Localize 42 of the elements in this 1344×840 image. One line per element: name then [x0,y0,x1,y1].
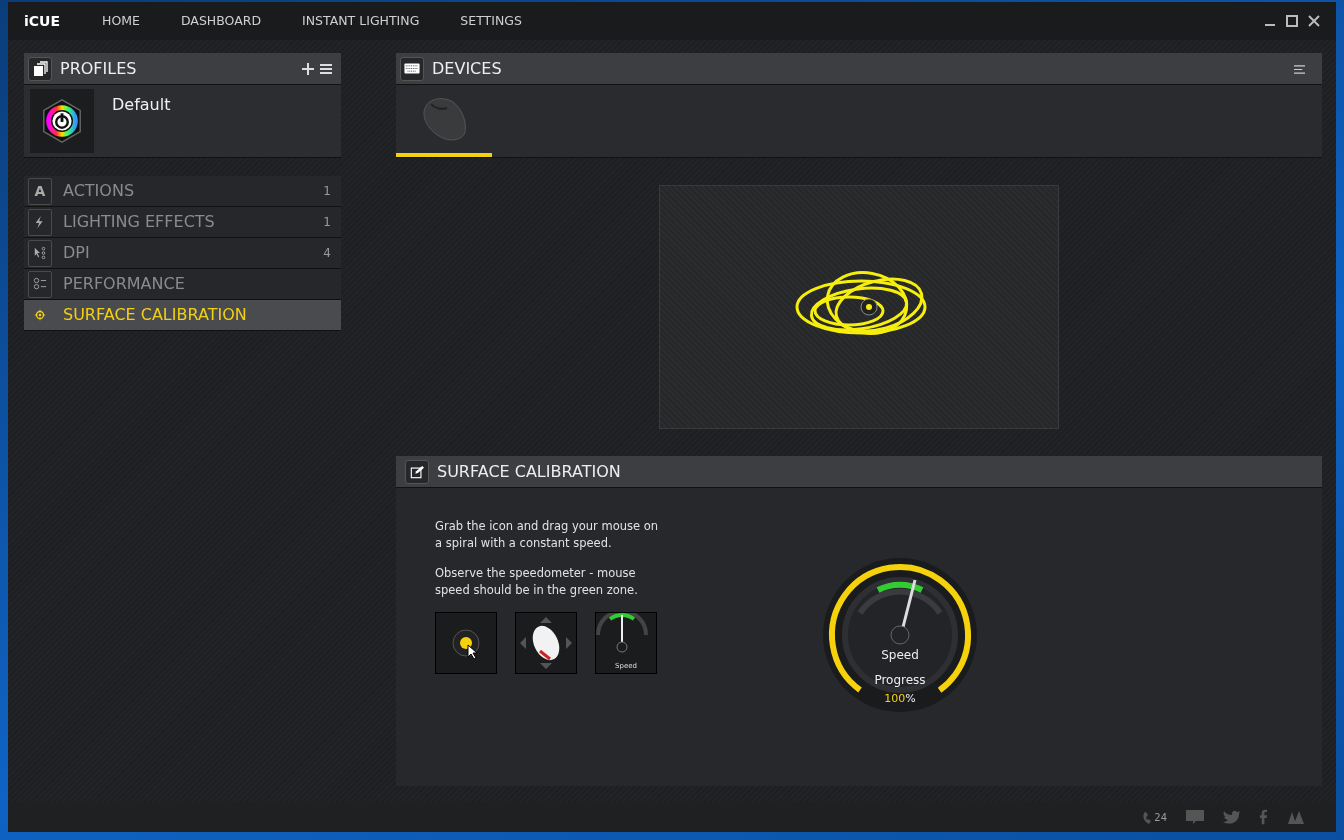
app-logo: iCUE [24,11,60,31]
instruction-text: Observe the speedometer - mouse speed should be in the green zone. [435,565,639,599]
profiles-icon [32,60,48,77]
close-icon[interactable] [1308,15,1320,27]
menu-icon[interactable] [1293,63,1306,75]
sliders-icon [33,277,47,291]
menu-icon[interactable] [319,61,333,76]
instruction-text: Grab the icon and drag your mouse on a spiral with a constant speed. [435,518,660,552]
progress-value: 100% [883,691,917,707]
maximize-icon[interactable] [1286,15,1298,27]
panel-title: DEVICES [432,57,502,80]
panel-title: PROFILES [60,57,137,80]
progress-label: Progress [873,672,927,689]
nav-link[interactable]: HOME [102,11,140,31]
sidebar-label: LIGHTING EFFECTS [63,211,215,233]
sidebar-item[interactable]: SURFACE CALIBRATION [24,300,341,331]
profile-item[interactable]: Default [24,85,341,158]
speed-label: Speed [880,647,920,664]
sidebar-label: SURFACE CALIBRATION [63,304,247,326]
sidebar-item[interactable]: LIGHTING EFFECTS 1 [24,207,341,238]
sidebar-item[interactable]: PERFORMANCE [24,269,341,300]
crosshair-icon [33,308,47,322]
sidebar-label: PERFORMANCE [63,273,185,295]
item-count: 1 [323,214,331,231]
add-icon[interactable] [301,61,315,76]
profile-name: Default [112,94,171,116]
support-hours: 24 [1154,810,1167,825]
mousepad-surface[interactable] [659,185,1059,429]
sidebar-label: ACTIONS [63,180,135,202]
panel-title: SURFACE CALIBRATION [437,460,621,483]
nav-link[interactable]: INSTANT LIGHTING [302,11,420,31]
item-count: 4 [323,245,331,262]
nav-link[interactable]: DASHBOARD [180,11,262,31]
sidebar-item[interactable]: A ACTIONS 1 [24,176,341,207]
letter-icon: A [34,180,46,202]
edit-icon [410,464,424,479]
sidebar-item[interactable]: DPI 4 [24,238,341,269]
sidebar-label: DPI [63,242,90,264]
nav-link[interactable]: SETTINGS [460,11,522,31]
pointer-icon [33,246,47,260]
item-count: 1 [323,183,331,200]
keyboard-icon [404,63,420,74]
